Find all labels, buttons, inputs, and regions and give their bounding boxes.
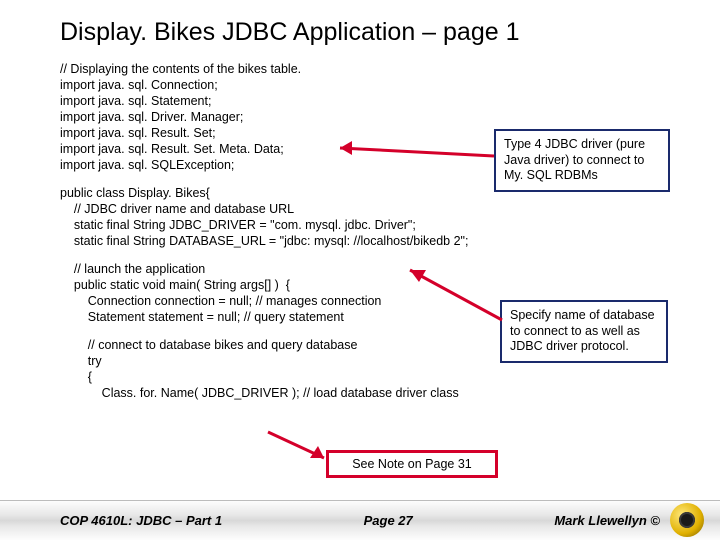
callout-driver-type: Type 4 JDBC driver (pure Java driver) to… (494, 129, 670, 192)
note-text: See Note on Page 31 (352, 457, 472, 471)
blank-line (60, 249, 676, 261)
code-line: Class. for. Name( JDBC_DRIVER ); // load… (60, 385, 676, 401)
code-line: // launch the application (60, 261, 676, 277)
code-line: import java. sql. Driver. Manager; (60, 109, 676, 125)
code-line: // Displaying the contents of the bikes … (60, 61, 676, 77)
footer-center: Page 27 (364, 513, 413, 528)
arrow-icon (260, 426, 338, 468)
arrow-icon (392, 260, 508, 328)
note-box: See Note on Page 31 (326, 450, 498, 478)
footer-left: COP 4610L: JDBC – Part 1 (60, 513, 222, 528)
code-line: { (60, 369, 676, 385)
code-line: public static void main( String args[] )… (60, 277, 676, 293)
code-line: import java. sql. Statement; (60, 93, 676, 109)
code-line: static final String JDBC_DRIVER = "com. … (60, 217, 676, 233)
code-line: import java. sql. Connection; (60, 77, 676, 93)
ucf-logo (670, 503, 704, 537)
footer-right: Mark Llewellyn © (554, 513, 660, 528)
code-line: // JDBC driver name and database URL (60, 201, 676, 217)
code-line: static final String DATABASE_URL = "jdbc… (60, 233, 676, 249)
footer: COP 4610L: JDBC – Part 1 Page 27 Mark Ll… (0, 500, 720, 540)
slide-title: Display. Bikes JDBC Application – page 1 (60, 18, 676, 47)
callout-db-url: Specify name of database to connect to a… (500, 300, 668, 363)
arrow-icon (322, 134, 498, 166)
